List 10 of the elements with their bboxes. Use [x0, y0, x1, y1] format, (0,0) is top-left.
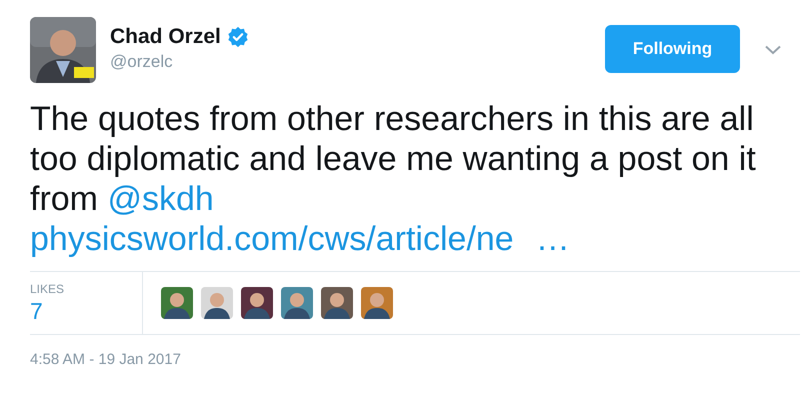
likes-label: LIKES: [30, 282, 66, 296]
following-button[interactable]: Following: [605, 25, 740, 73]
author-name[interactable]: Chad Orzel: [110, 25, 221, 49]
link-ellipsis: …: [536, 219, 570, 259]
likes-count[interactable]: 7: [30, 298, 142, 325]
article-link[interactable]: physicsworld.com/cws/article/ne: [30, 219, 514, 259]
caret-icon[interactable]: [765, 45, 781, 55]
mention-link[interactable]: @skdh: [107, 180, 214, 218]
tweet-timestamp[interactable]: 4:58 AM - 19 Jan 2017: [30, 351, 781, 368]
author-handle[interactable]: @orzelc: [110, 52, 605, 72]
